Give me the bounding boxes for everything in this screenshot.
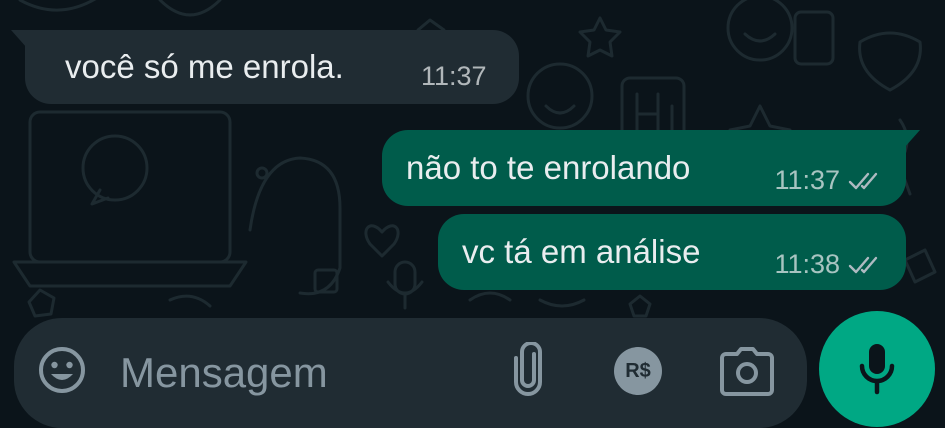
message-bubble-outgoing[interactable]: vc tá em análise 11:38 bbox=[438, 214, 906, 290]
payment-label: R$ bbox=[625, 359, 651, 382]
message-meta: 11:38 bbox=[774, 249, 884, 280]
message-time: 11:37 bbox=[421, 61, 487, 92]
message-meta: 11:37 bbox=[774, 165, 884, 196]
message-text: vc tá em análise bbox=[462, 233, 701, 270]
camera-icon[interactable] bbox=[720, 346, 774, 396]
voice-record-button[interactable] bbox=[819, 311, 935, 427]
message-text: não to te enrolando bbox=[406, 149, 691, 186]
attach-paperclip-icon[interactable] bbox=[510, 342, 546, 398]
message-timestamp: 11:38 bbox=[774, 249, 840, 279]
double-check-read-icon bbox=[848, 256, 878, 273]
message-text: você só me enrola. bbox=[65, 48, 344, 85]
message-bubble-outgoing[interactable]: não to te enrolando 11:37 bbox=[382, 130, 920, 206]
emoji-icon[interactable] bbox=[36, 344, 88, 396]
payment-rs-icon[interactable]: R$ bbox=[614, 347, 662, 395]
message-timestamp: 11:37 bbox=[421, 61, 487, 91]
message-bubble-incoming[interactable]: você só me enrola. 11:37 bbox=[11, 30, 519, 104]
message-timestamp: 11:37 bbox=[774, 165, 840, 195]
bubble-tail bbox=[11, 30, 27, 48]
double-check-read-icon bbox=[848, 172, 878, 189]
message-composer[interactable]: Mensagem R$ bbox=[14, 318, 807, 428]
message-input[interactable]: Mensagem bbox=[120, 349, 328, 397]
bubble-tail bbox=[904, 130, 920, 148]
microphone-icon bbox=[859, 344, 895, 395]
